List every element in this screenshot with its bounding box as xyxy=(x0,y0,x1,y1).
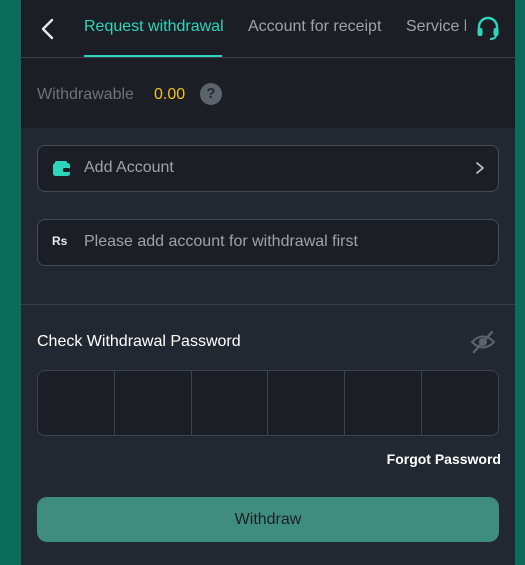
back-arrow-icon[interactable] xyxy=(35,16,61,42)
wallet-icon xyxy=(53,161,70,176)
tab-account-for-receipt[interactable]: Account for receipt xyxy=(248,18,381,36)
section-divider xyxy=(21,304,515,305)
withdrawable-balance-row: Withdrawable 0.00 ? xyxy=(21,58,515,128)
withdraw-panel: Request withdrawal Account for receipt S… xyxy=(21,0,515,565)
withdraw-button[interactable]: Withdraw xyxy=(37,497,499,542)
headset-icon[interactable] xyxy=(475,15,501,41)
top-nav-bar: Request withdrawal Account for receipt S… xyxy=(21,0,515,58)
tab-request-withdrawal[interactable]: Request withdrawal xyxy=(84,18,224,36)
active-tab-indicator xyxy=(84,55,222,57)
forgot-password-link[interactable]: Forgot Password xyxy=(387,451,501,467)
add-account-label: Add Account xyxy=(84,159,174,176)
pin-digit-6[interactable] xyxy=(422,371,498,435)
chevron-right-icon xyxy=(476,162,484,174)
help-icon[interactable]: ? xyxy=(200,83,222,105)
rupee-icon: Rs xyxy=(52,234,68,248)
pin-digit-1[interactable] xyxy=(38,371,115,435)
pin-digit-3[interactable] xyxy=(192,371,269,435)
tab-service-history[interactable]: Service history xyxy=(406,18,466,36)
withdrawal-account-field[interactable]: Rs Please add account for withdrawal fir… xyxy=(37,219,499,266)
withdrawal-password-title: Check Withdrawal Password xyxy=(37,333,241,350)
tab-service-history-clip: Service history xyxy=(406,18,466,40)
add-account-button[interactable]: Add Account xyxy=(37,145,499,192)
eye-off-icon[interactable] xyxy=(470,330,496,354)
withdrawable-amount: 0.00 xyxy=(154,86,186,103)
account-field-placeholder: Please add account for withdrawal first xyxy=(84,233,358,250)
pin-digit-2[interactable] xyxy=(115,371,192,435)
pin-digit-5[interactable] xyxy=(345,371,423,435)
pin-digit-4[interactable] xyxy=(268,371,346,435)
password-pin-input[interactable] xyxy=(37,370,499,436)
withdrawable-label: Withdrawable xyxy=(37,86,134,103)
